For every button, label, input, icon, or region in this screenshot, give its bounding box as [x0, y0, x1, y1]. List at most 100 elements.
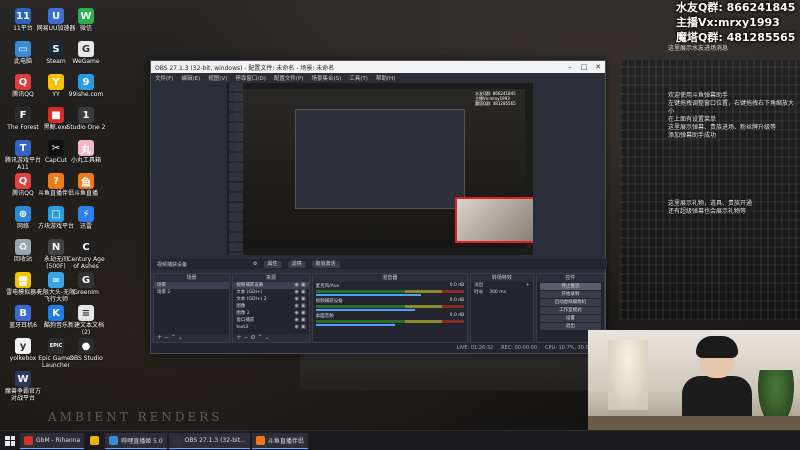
qq-icon-2: Q — [15, 173, 31, 189]
gear-icon[interactable]: ⚙ — [250, 334, 255, 341]
taskbar-app[interactable] — [86, 433, 103, 449]
lock-icon[interactable]: ▣ — [301, 310, 306, 317]
duration-field[interactable]: 时长 300 ms — [471, 289, 532, 296]
remove-icon[interactable]: − — [164, 334, 169, 341]
volume-slider[interactable] — [315, 324, 395, 326]
studio-mode-button[interactable]: 工作室模式 — [539, 307, 602, 314]
virtual-camera-button[interactable]: 启动虚拟摄像机 — [539, 299, 602, 306]
lock-icon[interactable]: ▣ — [301, 303, 306, 310]
desktop-shortcut[interactable]: ♻ 回收站 — [5, 239, 41, 263]
menu-tools[interactable]: 工具(T) — [349, 74, 368, 82]
lock-icon[interactable]: ▣ — [301, 289, 306, 296]
eye-icon[interactable]: ◉ — [295, 310, 299, 317]
desktop-shortcut[interactable]: G GreenIm — [68, 272, 104, 296]
menu-edit[interactable]: 编辑(E) — [181, 74, 200, 82]
chevron-up-icon[interactable]: ⌃ — [171, 334, 176, 341]
desktop-shortcut[interactable]: 雷雷电模拟器4 — [5, 272, 41, 296]
source-item[interactable]: 视频捕获设备 ◉ ▣ — [233, 282, 309, 289]
source-item[interactable]: 文本 (GDI+) ◉ ▣ — [233, 289, 308, 296]
desktop-shortcut[interactable]: ≡ 新建文本文档 (2) — [68, 305, 104, 336]
source-item[interactable]: 文本 (GDI+) 2 ◉ ▣ — [233, 296, 308, 303]
close-icon[interactable]: ✕ — [591, 63, 605, 71]
add-icon[interactable]: + — [157, 334, 162, 341]
preview-webcam-source-selected[interactable] — [455, 197, 533, 243]
exit-button[interactable]: 退出 — [539, 323, 602, 330]
chevron-down-icon[interactable]: ⌄ — [178, 334, 183, 341]
desktop-shortcut[interactable]: ⚡ 迅雷 — [68, 206, 104, 230]
lock-icon[interactable]: ▣ — [301, 324, 306, 331]
desktop-shortcut[interactable]: W 微信 — [68, 8, 104, 32]
menu-scene-collection[interactable]: 场景集合(S) — [311, 74, 341, 82]
menu-view[interactable]: 视图(V) — [208, 74, 227, 82]
mixer-channel-name: 视频捕获设备 — [315, 299, 343, 304]
chevron-down-icon[interactable]: ⌄ — [264, 334, 269, 341]
remove-icon[interactable]: − — [243, 334, 248, 341]
duration-value[interactable]: 300 ms — [489, 289, 506, 296]
desktop-shortcut[interactable]: W 魔兽争霸官方 对战平台 — [5, 371, 41, 402]
desktop-shortcut[interactable]: ▭ 此电脑 — [5, 41, 41, 65]
desktop-shortcut[interactable]: ● OBS Studio — [68, 338, 104, 362]
eye-icon[interactable]: ◉ — [295, 324, 299, 331]
chevron-up-icon[interactable]: ⌃ — [258, 334, 263, 341]
desktop-shortcut[interactable]: 1 Studio One 2 — [67, 107, 105, 131]
stop-streaming-button[interactable]: 停止推流 — [539, 283, 602, 290]
lock-icon[interactable]: ▣ — [301, 317, 306, 324]
start-button[interactable] — [0, 431, 20, 450]
menu-docks[interactable]: 停靠窗口(D) — [235, 74, 266, 82]
desktop-shortcut[interactable]: 鱼斗鱼直播 — [68, 173, 104, 197]
add-icon[interactable]: + — [236, 334, 241, 341]
start-recording-button[interactable]: 开始录制 — [539, 291, 602, 298]
volume-slider[interactable] — [315, 294, 421, 296]
deactivate-button[interactable]: 取消激活 — [311, 260, 340, 268]
desktop-shortcut[interactable]: B 蓝牙耳机6 — [5, 305, 41, 329]
obs-title-bar[interactable]: OBS 27.1.3 (32-bit, windows) - 配置文件: 未命名… — [151, 61, 605, 73]
desktop-shortcut[interactable]: Q 腾讯QQ — [5, 173, 41, 197]
settings-button[interactable]: 设置 — [539, 315, 602, 322]
desktop-shortcut[interactable]: C Century Age of Ashes — [67, 239, 105, 270]
lock-icon[interactable]: ▣ — [301, 282, 306, 289]
scene-item[interactable]: 场景 — [154, 282, 230, 289]
source-item-toggles: ◉ ▣ — [295, 296, 309, 303]
desktop-shortcut[interactable]: F The Forest — [5, 107, 41, 131]
taskbar-app[interactable]: 斗鱼直播伴侣 — [251, 432, 308, 449]
desktop-shortcut[interactable]: ⊕ 网络 — [5, 206, 41, 230]
desktop-shortcut[interactable]: Q 腾讯QQ — [5, 74, 41, 98]
transitions-dock: 转场特效 淡出 + 时长 300 ms — [470, 273, 534, 343]
source-item[interactable]: text3 ◉ ▣ — [233, 324, 308, 331]
taskbar-app[interactable]: GbM - Rihanna — [20, 432, 85, 449]
filters-button[interactable]: 滤镜 — [287, 260, 306, 268]
menu-help[interactable]: 帮助(H) — [376, 74, 395, 82]
source-item[interactable]: 图像 ◉ ▣ — [233, 303, 308, 310]
desktop-shortcut[interactable]: y yolkebox — [5, 338, 41, 362]
properties-button[interactable]: 属性 — [263, 260, 282, 268]
recycle-bin-icon: ♻ — [15, 239, 31, 255]
menu-profile[interactable]: 配置文件(P) — [274, 74, 304, 82]
desktop-shortcut[interactable]: T 腾讯游戏平台 A11 — [5, 140, 41, 171]
gear-icon[interactable]: ⚙ — [253, 261, 257, 267]
desktop-shortcut[interactable]: G WeGame — [68, 41, 104, 65]
desktop-shortcut[interactable]: 9 99ishe.com — [68, 74, 104, 98]
scene-item[interactable]: 场景 2 — [154, 289, 229, 296]
preview-desktop-icons — [229, 83, 243, 255]
eye-icon[interactable]: ◉ — [295, 282, 299, 289]
eye-icon[interactable]: ◉ — [295, 303, 299, 310]
obs-window[interactable]: OBS 27.1.3 (32-bit, windows) - 配置文件: 未命名… — [150, 60, 607, 354]
add-icon[interactable]: + — [526, 282, 533, 289]
transition-select[interactable]: 淡出 + — [471, 282, 532, 289]
source-item[interactable]: 图像 2 ◉ ▣ — [233, 310, 308, 317]
desktop-shortcut[interactable]: 11 11平台 — [5, 8, 41, 32]
volume-slider[interactable] — [315, 309, 415, 311]
desktop-shortcut[interactable]: 丸小丸工具箱 — [68, 140, 104, 164]
source-item[interactable]: 窗口捕获 ◉ ▣ — [233, 317, 308, 324]
menu-file[interactable]: 文件(F) — [155, 74, 173, 82]
obs-preview-canvas[interactable]: 水友Q群: 866241845 主播Vx:mrxy1993 魔塔Q群: 4812… — [227, 83, 533, 255]
eye-icon[interactable]: ◉ — [295, 289, 299, 296]
danmaku-message: 左键拖拽调整窗口位置，右键拖拽右下角缩放大小 — [668, 100, 795, 115]
lock-icon[interactable]: ▣ — [301, 296, 306, 303]
taskbar-app[interactable]: OBS 27.1.3 (32-bit... — [168, 432, 250, 449]
eye-icon[interactable]: ◉ — [295, 296, 299, 303]
minimize-icon[interactable]: – — [563, 63, 577, 71]
maximize-icon[interactable]: □ — [577, 63, 591, 71]
eye-icon[interactable]: ◉ — [295, 317, 299, 324]
taskbar-app[interactable]: 哔哩直播姬 5.0 — [105, 432, 167, 449]
